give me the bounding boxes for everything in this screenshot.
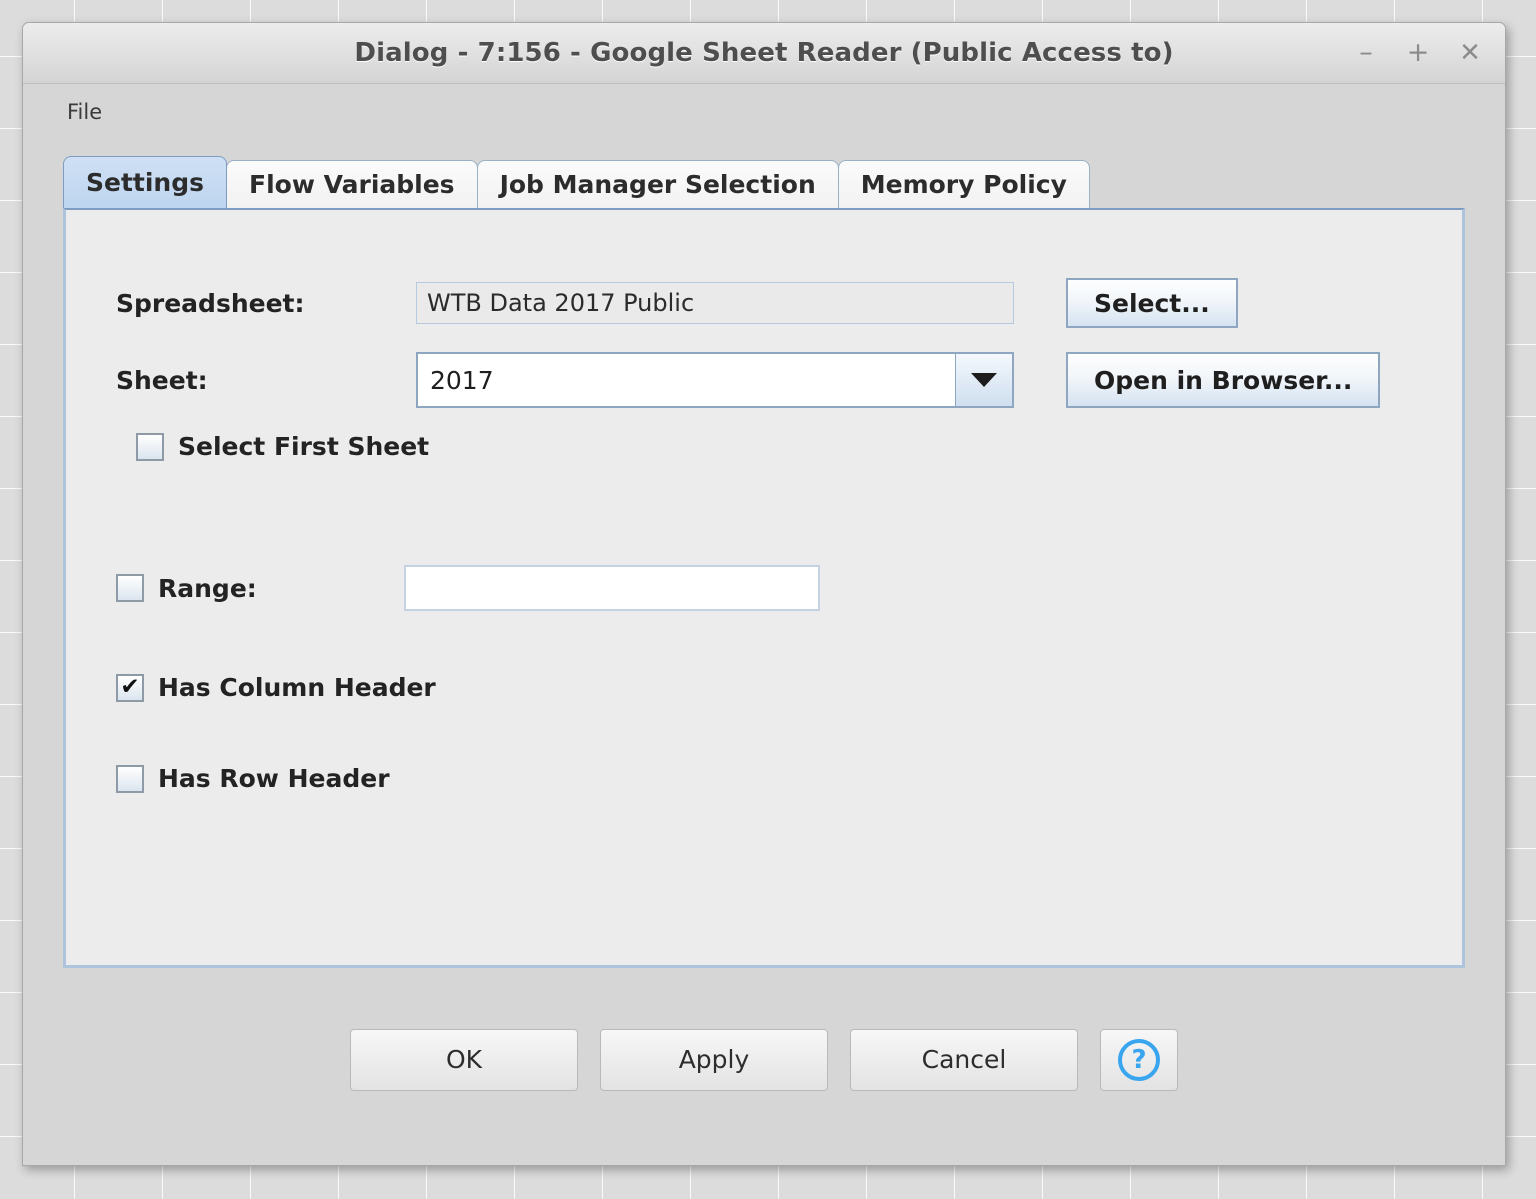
tab-settings[interactable]: Settings [63,156,228,208]
menu-item-file[interactable]: File [59,96,110,128]
cancel-button[interactable]: Cancel [850,1028,1078,1091]
tab-job-manager-selection[interactable]: Job Manager Selection [476,160,839,208]
close-icon[interactable]: ✕ [1457,40,1483,66]
sheet-dropdown-value: 2017 [418,354,955,406]
chevron-down-icon[interactable] [955,354,1012,406]
dialog-window: Dialog - 7:156 - Google Sheet Reader (Pu… [22,22,1506,1166]
has-row-header-label: Has Row Header [158,764,390,793]
spreadsheet-row: Spreadsheet: WTB Data 2017 Public Select… [116,278,1412,328]
has-column-header-label: Has Column Header [158,673,436,702]
title-bar[interactable]: Dialog - 7:156 - Google Sheet Reader (Pu… [23,23,1505,84]
has-row-header-row[interactable]: Has Row Header [116,764,1412,793]
spreadsheet-label: Spreadsheet: [116,288,305,318]
settings-form: Spreadsheet: WTB Data 2017 Public Select… [66,250,1462,793]
window-title: Dialog - 7:156 - Google Sheet Reader (Pu… [354,38,1174,68]
settings-panel: Spreadsheet: WTB Data 2017 Public Select… [63,208,1465,968]
sheet-row: Sheet: 2017 Open in Browser... [116,352,1412,408]
tab-memory-policy[interactable]: Memory Policy [837,160,1090,208]
range-input[interactable] [404,565,820,611]
window-controls: – + ✕ [1353,23,1483,83]
caret-glyph [971,373,997,387]
has-column-header-row[interactable]: Has Column Header [116,673,1412,702]
help-button[interactable]: ? [1100,1028,1178,1091]
tab-flow-variables[interactable]: Flow Variables [226,160,478,208]
tabs-container: Settings Flow Variables Job Manager Sele… [23,140,1505,208]
sheet-label: Sheet: [116,365,208,395]
menu-bar: File [23,84,1505,140]
tab-strip: Settings Flow Variables Job Manager Sele… [63,156,1465,208]
range-row[interactable]: Range: [116,565,1412,611]
open-in-browser-button[interactable]: Open in Browser... [1066,352,1381,408]
apply-button[interactable]: Apply [600,1028,828,1091]
select-button[interactable]: Select... [1066,278,1238,328]
range-label: Range: [158,573,257,603]
minimize-icon[interactable]: – [1353,39,1379,66]
range-checkbox[interactable] [116,574,144,602]
maximize-icon[interactable]: + [1405,39,1431,66]
spreadsheet-input[interactable]: WTB Data 2017 Public [416,282,1014,324]
dialog-button-bar: OK Apply Cancel ? [23,968,1505,1165]
select-first-sheet-checkbox[interactable] [136,432,164,461]
has-row-header-checkbox[interactable] [116,764,144,793]
select-first-sheet-row[interactable]: Select First Sheet [136,432,1412,461]
select-first-sheet-label: Select First Sheet [178,432,430,461]
sheet-dropdown[interactable]: 2017 [416,352,1014,408]
ok-button[interactable]: OK [350,1028,578,1091]
help-icon: ? [1118,1038,1160,1081]
has-column-header-checkbox[interactable] [116,673,144,702]
